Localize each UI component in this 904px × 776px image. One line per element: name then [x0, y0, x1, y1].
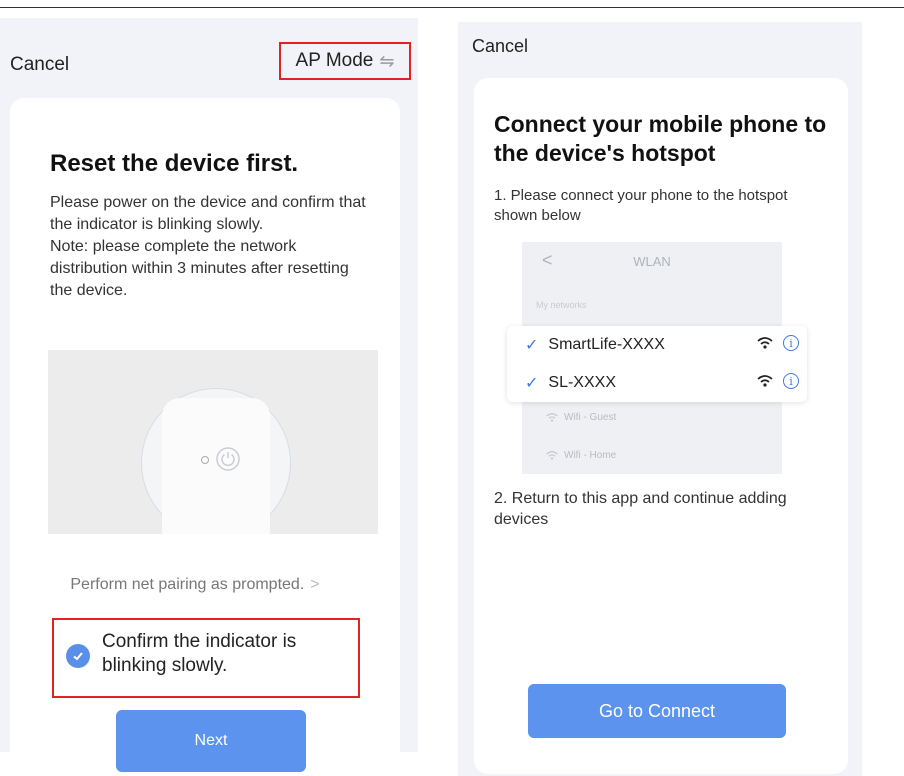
cancel-button[interactable]: Cancel [10, 54, 69, 76]
info-icon[interactable]: i [783, 335, 799, 351]
pairing-hint-label: Perform net pairing as prompted. [70, 576, 305, 593]
confirm-indicator-checkbox[interactable]: Confirm the indicator is blinking slowly… [52, 618, 360, 698]
network-item-home: Wifi - Home [546, 450, 616, 461]
pairing-hint-link[interactable]: Perform net pairing as prompted. > [10, 576, 380, 594]
network-item-guest: Wifi - Guest [546, 412, 616, 423]
ap-mode-label: AP Mode [295, 50, 374, 71]
network-item-smartlife: ✓ SmartLife-XXXX i [507, 326, 807, 364]
note-line: Note: please complete the network distri… [50, 238, 349, 299]
wifi-icon [757, 375, 773, 387]
instruction-card: Connect your mobile phone to the device'… [474, 78, 848, 774]
reset-device-screen: Cancel AP Mode ⇋ Reset the device first.… [0, 18, 418, 772]
checkmark-icon: ✓ [525, 337, 539, 354]
ap-mode-button[interactable]: AP Mode ⇋ [279, 42, 411, 80]
checkmark-icon: ✓ [525, 375, 539, 392]
instruction-card: Reset the device first. Please power on … [10, 98, 400, 772]
network-name: Wifi - Guest [564, 412, 617, 423]
step-two-text: 2. Return to this app and continue addin… [494, 490, 787, 528]
cancel-button[interactable]: Cancel [472, 36, 528, 57]
page-title: Connect your mobile phone to the device'… [494, 111, 827, 166]
step-one-text: 1. Please connect your phone to the hots… [494, 187, 788, 224]
confirm-label: Confirm the indicator is blinking slowly… [102, 631, 297, 676]
hotspot-list: ✓ SmartLife-XXXX i ✓ SL-XXXX i [507, 326, 807, 402]
my-networks-label: My networks [536, 300, 587, 310]
network-name: SmartLife-XXXX [548, 336, 665, 353]
next-button[interactable]: Next [116, 710, 306, 772]
instruction-line: Please power on the device and confirm t… [50, 194, 366, 233]
chevron-right-icon: > [310, 576, 320, 593]
network-name: SL-XXXX [548, 374, 616, 391]
instruction-text: Please power on the device and confirm t… [50, 192, 370, 302]
top-divider [0, 7, 904, 8]
power-icon [216, 447, 240, 471]
wifi-icon [546, 413, 558, 422]
wifi-icon [757, 337, 773, 349]
network-item-sl: ✓ SL-XXXX i [507, 364, 807, 402]
indicator-light-icon [201, 456, 209, 464]
info-icon[interactable]: i [783, 373, 799, 389]
device-illustration [48, 350, 378, 534]
wifi-icon [546, 451, 558, 460]
checkmark-icon [66, 644, 90, 668]
network-name: Wifi - Home [564, 450, 617, 461]
swap-icon: ⇋ [379, 50, 395, 71]
go-to-connect-button[interactable]: Go to Connect [528, 684, 786, 738]
connect-hotspot-screen: Cancel Connect your mobile phone to the … [458, 22, 862, 776]
wlan-title: WLAN [633, 254, 671, 269]
page-title: Reset the device first. [50, 150, 299, 177]
